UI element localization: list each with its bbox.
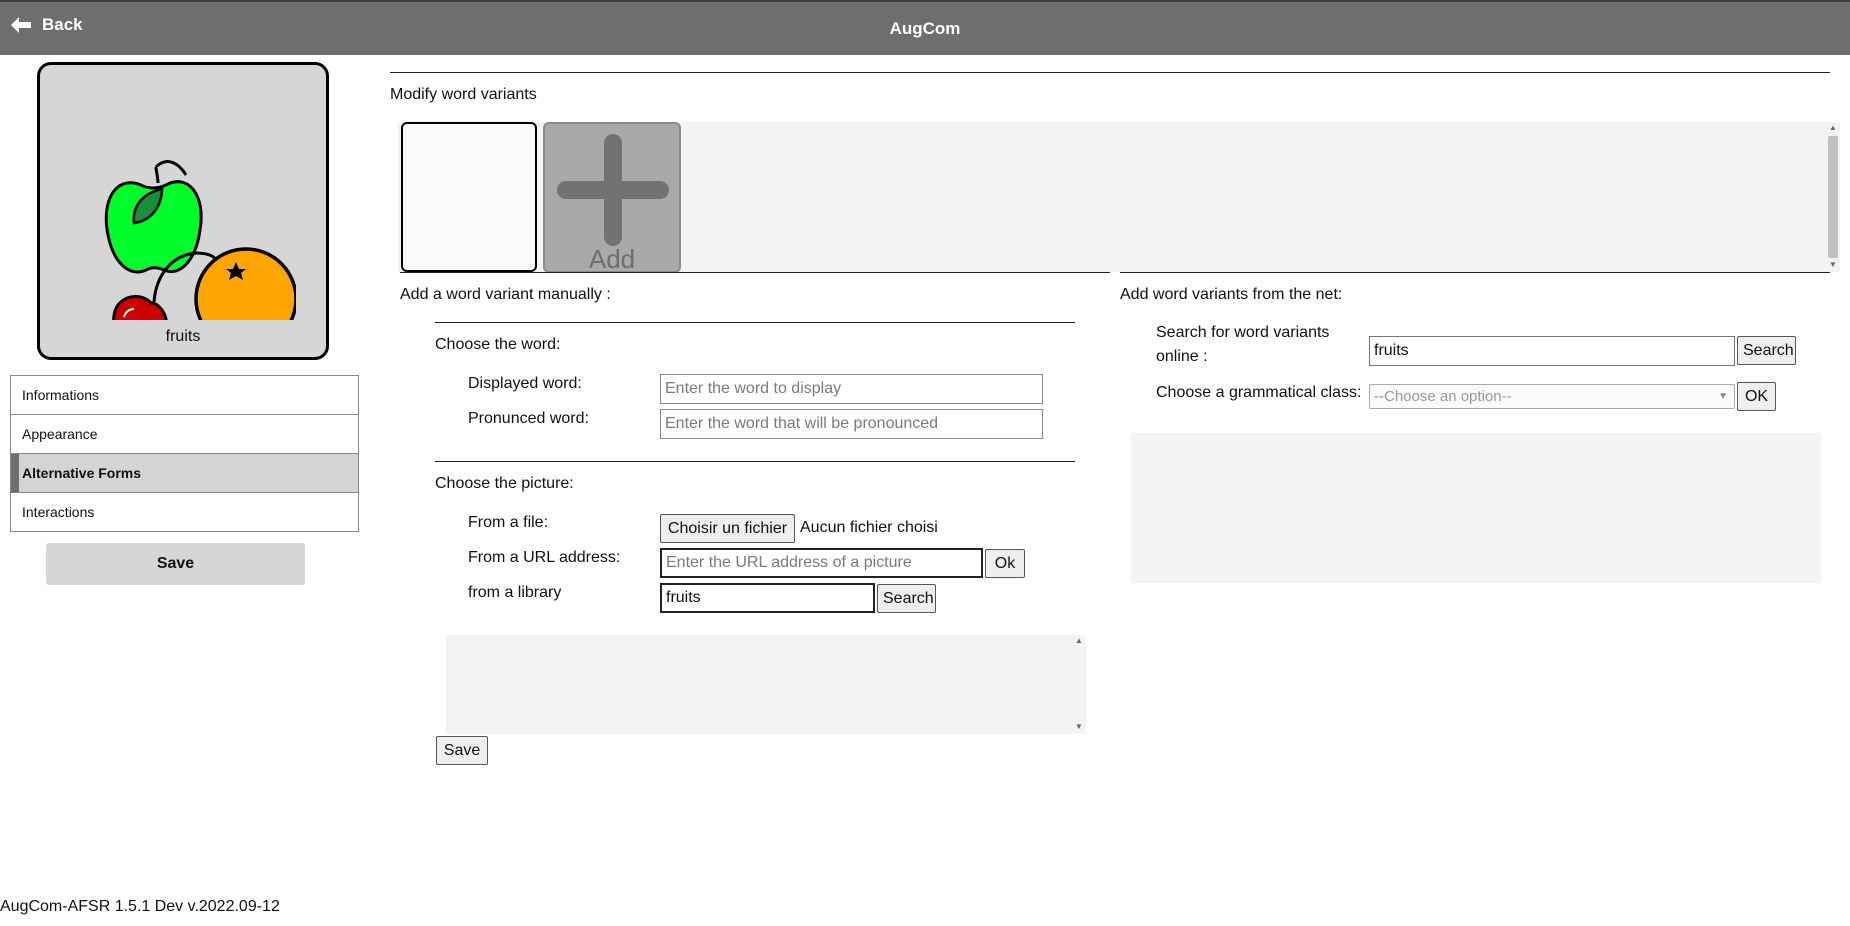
grammatical-class-ok-button[interactable]: OK [1737, 382, 1776, 411]
search-online-label: Search for word variants [1156, 324, 1330, 341]
grammatical-class-label: Choose a grammatical class: [1156, 384, 1362, 401]
displayed-word-input[interactable] [660, 374, 1043, 404]
scroll-down-arrow[interactable]: ▼ [1075, 722, 1083, 731]
choose-file-button[interactable]: Choisir un fichier [660, 514, 795, 543]
plus-icon [557, 134, 669, 246]
library-results-scrollbar[interactable]: ▲ ▼ [1072, 635, 1086, 734]
save-variant-button[interactable]: Save [436, 736, 488, 765]
sidebar-item-informations[interactable]: Informations [11, 376, 358, 415]
displayed-word-label: Displayed word: [468, 375, 582, 392]
scroll-up-arrow[interactable]: ▲ [1075, 636, 1083, 645]
pronounced-word-label: Pronunced word: [468, 410, 589, 427]
tile-label: fruits [165, 328, 201, 345]
top-bar: Back AugCom [0, 0, 1850, 55]
scroll-down-arrow[interactable]: ▼ [1829, 260, 1837, 269]
net-search-input[interactable] [1369, 336, 1735, 366]
grammatical-class-select[interactable]: --Choose an option-- ▼ [1369, 384, 1735, 409]
url-input[interactable] [660, 548, 983, 578]
chevron-down-icon: ▼ [1718, 391, 1728, 402]
net-title: Add word variants from the net: [1120, 286, 1343, 303]
library-search-input[interactable] [660, 583, 875, 613]
divider [435, 461, 1075, 462]
url-ok-button[interactable]: Ok [985, 549, 1025, 578]
sidebar-item-appearance[interactable]: Appearance [11, 415, 358, 454]
version-text: AugCom-AFSR 1.5.1 Dev v.2022.09-12 [0, 898, 280, 915]
pronounced-word-input[interactable] [660, 409, 1043, 439]
add-label: Add [588, 244, 636, 274]
net-search-button[interactable]: Search [1737, 336, 1796, 365]
variant-card[interactable] [401, 122, 537, 272]
choose-word-heading: Choose the word: [435, 336, 561, 353]
from-library-label: from a library [468, 584, 562, 601]
search-online-label-cont: online : [1156, 348, 1208, 365]
tile-preview: fruits [37, 62, 329, 360]
from-file-label: From a file: [468, 514, 549, 531]
from-url-label: From a URL address: [468, 549, 621, 566]
variants-scrollbar[interactable]: ▲ ▼ [1826, 122, 1840, 272]
library-results [446, 635, 1086, 734]
add-variant-button[interactable]: Add [543, 122, 681, 274]
sidebar-menu: Informations Appearance Alternative Form… [10, 375, 359, 532]
app-title: AugCom [889, 19, 961, 38]
sidebar-item-alternative-forms[interactable]: Alternative Forms [11, 454, 358, 493]
grammatical-class-value: --Choose an option-- [1374, 388, 1512, 405]
manual-title: Add a word variant manually : [400, 286, 611, 303]
scroll-up-arrow[interactable]: ▲ [1829, 123, 1837, 132]
net-results [1131, 433, 1821, 583]
file-status: Aucun fichier choisi [800, 519, 938, 536]
divider [390, 72, 1830, 73]
variants-title: Modify word variants [390, 86, 537, 103]
library-search-button[interactable]: Search [877, 584, 936, 613]
scroll-thumb[interactable] [1828, 136, 1838, 258]
fruits-image [104, 160, 296, 320]
sidebar-item-interactions[interactable]: Interactions [11, 493, 358, 531]
divider [1120, 272, 1830, 273]
divider [435, 322, 1075, 323]
save-button[interactable]: Save [46, 543, 305, 585]
divider [400, 272, 1110, 273]
choose-picture-heading: Choose the picture: [435, 475, 574, 492]
